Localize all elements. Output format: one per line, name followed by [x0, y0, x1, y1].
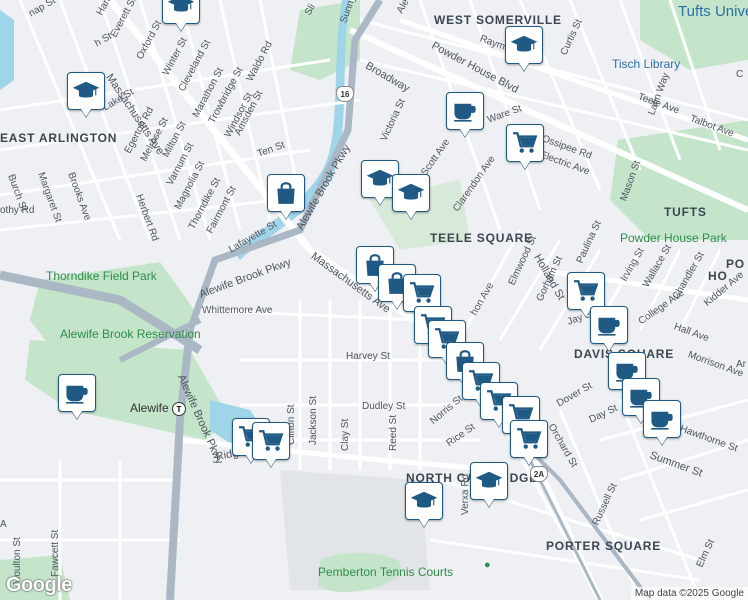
route-16-shield: 16 — [336, 86, 354, 102]
cafe-marker[interactable] — [643, 400, 681, 438]
coffee-cup-icon — [598, 317, 620, 336]
label-dudley-st: Dudley St — [362, 401, 406, 412]
school-marker[interactable] — [405, 482, 443, 520]
cafe-marker[interactable] — [590, 306, 628, 344]
label-tufts: TUFTS — [664, 205, 707, 219]
label-dorothy-rd: othy Rd — [0, 205, 35, 216]
label-alewife-brook-reservation: Alewife Brook Reservation — [60, 327, 201, 341]
label-pemberton-tennis-courts: Pemberton Tennis Courts — [318, 565, 454, 579]
graduation-cap-icon — [398, 183, 424, 200]
graduation-cap-icon — [511, 35, 537, 52]
tennis-icon: ● — [484, 559, 491, 571]
shopping-cart-icon — [517, 428, 542, 449]
store-marker[interactable] — [267, 174, 305, 212]
map-attribution[interactable]: Map data ©2025 Google — [630, 587, 748, 600]
school-marker[interactable] — [505, 26, 543, 64]
graduation-cap-icon — [73, 81, 99, 98]
label-tufts-university: Tufts University — [678, 3, 748, 20]
shop-marker[interactable] — [252, 422, 290, 460]
shopping-cart-icon — [259, 430, 284, 451]
shopping-cart-icon — [513, 132, 538, 153]
label-partial-c: C — [736, 69, 744, 80]
shop-marker[interactable] — [506, 124, 544, 162]
shop-marker[interactable] — [567, 272, 605, 310]
water-left — [0, 10, 14, 90]
label-reed-st: Reed St — [388, 414, 399, 451]
t-station-icon[interactable]: T — [172, 402, 186, 416]
shop-marker[interactable] — [510, 420, 548, 458]
label-thorndike-field-park: Thorndike Field Park — [46, 269, 157, 283]
label-jackson-st: Jackson St — [308, 396, 319, 445]
school-marker[interactable] — [470, 462, 508, 500]
shopping-cart-icon — [574, 280, 599, 301]
route-2a-shield: 2A — [530, 466, 548, 482]
label-partial-ar: Ar — [736, 359, 746, 370]
label-alewife: Alewife — [130, 401, 169, 415]
school-marker[interactable] — [67, 72, 105, 110]
label-east-arlington: EAST ARLINGTON — [0, 131, 118, 145]
graduation-cap-icon — [476, 471, 502, 488]
label-west-somerville: WEST SOMERVILLE — [434, 13, 562, 27]
coffee-cup-icon — [66, 385, 88, 404]
shopping-bag-icon — [277, 182, 295, 204]
label-partial-a: A — [0, 519, 7, 530]
label-partial-po: PO — [726, 257, 745, 271]
label-porter-square: PORTER SQUARE — [546, 539, 662, 553]
coffee-cup-icon — [651, 411, 673, 430]
label-whittemore-ave: Whittemore Ave — [202, 305, 273, 316]
coffee-cup-icon — [454, 103, 476, 122]
map-canvas[interactable]: WEST SOMERVILLE EAST ARLINGTON TEELE SQU… — [0, 0, 748, 600]
cafe-marker[interactable] — [58, 374, 96, 412]
label-fawcett-st: Fawcett St — [50, 529, 61, 577]
cafe-marker[interactable] — [446, 92, 484, 130]
label-teele-square: TEELE SQUARE — [430, 231, 533, 245]
shopping-cart-icon — [410, 282, 435, 303]
school-marker[interactable] — [392, 174, 430, 212]
graduation-cap-icon — [367, 169, 393, 186]
label-tisch-library: Tisch Library — [612, 57, 681, 71]
label-clay-st: Clay St — [340, 418, 351, 451]
label-powder-house-park: Powder House Park — [620, 231, 727, 245]
google-logo: Google — [6, 574, 72, 596]
label-harvey-st: Harvey St — [346, 351, 390, 362]
graduation-cap-icon — [411, 491, 437, 508]
label-partial-ho: HO — [708, 269, 728, 283]
graduation-cap-icon — [168, 0, 194, 12]
school-marker[interactable] — [162, 0, 200, 24]
